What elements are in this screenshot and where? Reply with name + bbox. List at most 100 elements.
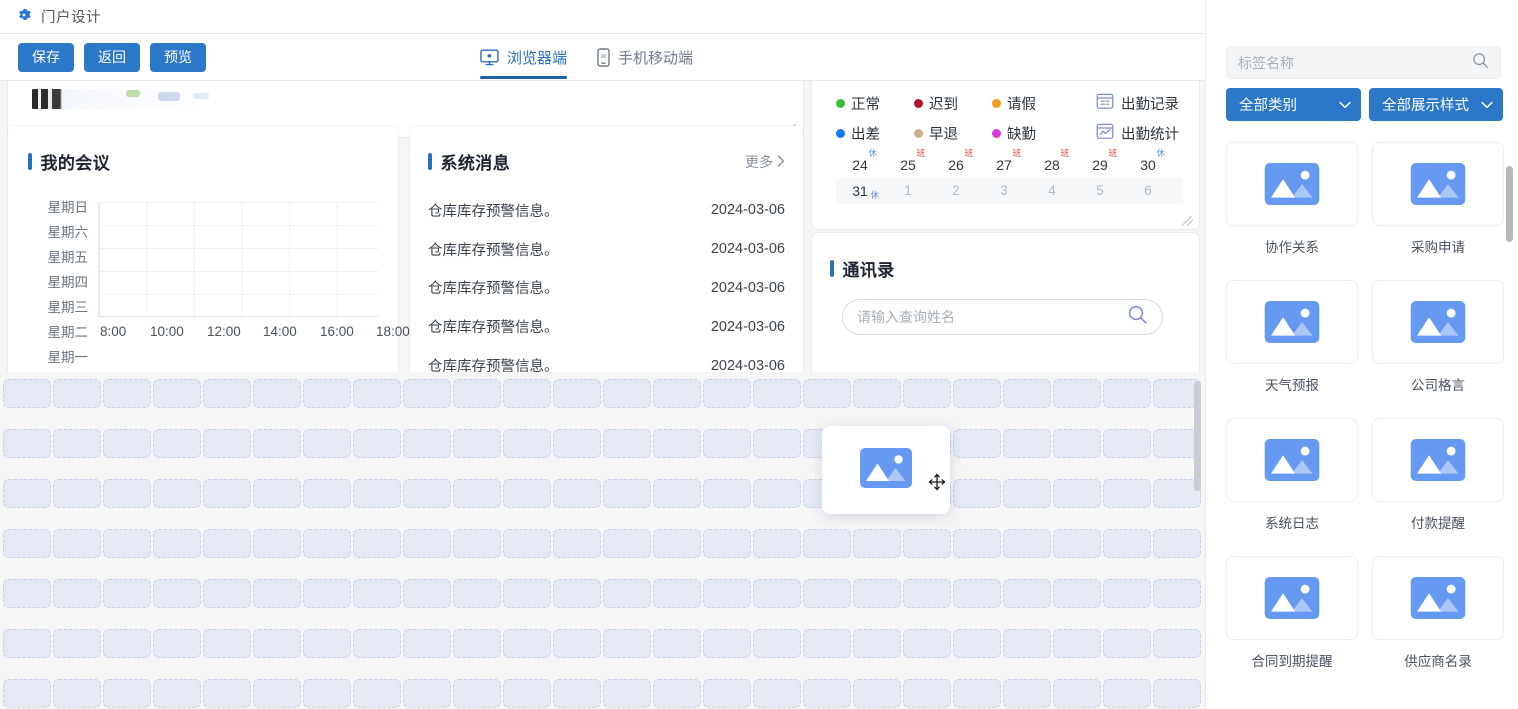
grid-placeholder-cell[interactable] bbox=[1003, 679, 1051, 708]
widget-tile[interactable] bbox=[1226, 556, 1358, 640]
design-canvas[interactable]: 我的会议 星期日 星期六 星期五 星期四 星期三 星期二 星期一 8:00 10… bbox=[0, 81, 1205, 709]
grid-placeholder-cell[interactable] bbox=[653, 479, 701, 508]
grid-placeholder-cell[interactable] bbox=[553, 429, 601, 458]
calendar-day[interactable]: 27 班 bbox=[980, 152, 1028, 178]
widget-search-box[interactable] bbox=[1226, 46, 1501, 79]
grid-placeholder-cell[interactable] bbox=[53, 529, 101, 558]
grid-placeholder-cell[interactable] bbox=[453, 379, 501, 408]
drag-preview-card[interactable] bbox=[822, 426, 950, 514]
widget-library-item[interactable]: 协作关系 bbox=[1226, 142, 1358, 256]
contacts-search-box[interactable] bbox=[842, 299, 1163, 335]
widget-tile[interactable] bbox=[1372, 280, 1504, 364]
grid-placeholder-cell[interactable] bbox=[353, 579, 401, 608]
grid-placeholder-cell[interactable] bbox=[253, 629, 301, 658]
grid-placeholder-cell[interactable] bbox=[903, 529, 951, 558]
widget-library-item[interactable]: 供应商名录 bbox=[1372, 556, 1504, 670]
grid-placeholder-cell[interactable] bbox=[153, 429, 201, 458]
grid-placeholder-cell[interactable] bbox=[3, 479, 51, 508]
grid-placeholder-cell[interactable] bbox=[1003, 379, 1051, 408]
search-icon[interactable] bbox=[1127, 304, 1148, 330]
grid-placeholder-cell[interactable] bbox=[353, 429, 401, 458]
grid-placeholder-cell[interactable] bbox=[103, 429, 151, 458]
grid-placeholder-cell[interactable] bbox=[653, 429, 701, 458]
calendar-day[interactable]: 26 班 bbox=[932, 152, 980, 178]
widget-tile[interactable] bbox=[1226, 280, 1358, 364]
grid-placeholder-cell[interactable] bbox=[453, 479, 501, 508]
grid-placeholder-cell[interactable] bbox=[303, 479, 351, 508]
grid-placeholder-cell[interactable] bbox=[303, 529, 351, 558]
calendar-day[interactable]: 30 休 bbox=[1124, 152, 1172, 178]
grid-placeholder-cell[interactable] bbox=[953, 529, 1001, 558]
attendance-record-link[interactable]: 出勤记录 bbox=[1096, 88, 1179, 118]
grid-placeholder-cell[interactable] bbox=[253, 579, 301, 608]
save-button[interactable]: 保存 bbox=[18, 43, 74, 72]
grid-placeholder-cell[interactable] bbox=[103, 679, 151, 708]
grid-placeholder-cell[interactable] bbox=[1103, 529, 1151, 558]
grid-placeholder-cell[interactable] bbox=[1053, 379, 1101, 408]
grid-placeholder-cell[interactable] bbox=[703, 529, 751, 558]
grid-placeholder-cell[interactable] bbox=[753, 479, 801, 508]
grid-placeholder-cell[interactable] bbox=[3, 629, 51, 658]
widget-search-input[interactable] bbox=[1238, 55, 1472, 71]
widget-panel-scrollbar[interactable] bbox=[1506, 166, 1513, 242]
grid-placeholder-cell[interactable] bbox=[503, 629, 551, 658]
grid-placeholder-cell[interactable] bbox=[103, 579, 151, 608]
grid-placeholder-cell[interactable] bbox=[403, 629, 451, 658]
widget-library-item[interactable]: 天气预报 bbox=[1226, 280, 1358, 394]
widget-library-item[interactable]: 采购申请 bbox=[1372, 142, 1504, 256]
grid-placeholder-cell[interactable] bbox=[1053, 429, 1101, 458]
grid-placeholder-cell[interactable] bbox=[303, 629, 351, 658]
grid-placeholder-cell[interactable] bbox=[3, 579, 51, 608]
grid-placeholder-cell[interactable] bbox=[103, 479, 151, 508]
grid-placeholder-cell[interactable] bbox=[203, 679, 251, 708]
widget-card-system-messages[interactable]: 系统消息 更多 仓库库存预警信息。 2024-03-06 仓库库存预警信息。 2… bbox=[410, 126, 803, 409]
grid-placeholder-cell[interactable] bbox=[203, 629, 251, 658]
widget-library-item[interactable]: 合同到期提醒 bbox=[1226, 556, 1358, 670]
grid-placeholder-cell[interactable] bbox=[803, 579, 851, 608]
grid-placeholder-cell[interactable] bbox=[853, 529, 901, 558]
grid-placeholder-cell[interactable] bbox=[553, 529, 601, 558]
grid-placeholder-cell[interactable] bbox=[853, 629, 901, 658]
grid-placeholder-cell[interactable] bbox=[3, 429, 51, 458]
grid-placeholder-cell[interactable] bbox=[953, 429, 1001, 458]
grid-placeholder-cell[interactable] bbox=[453, 529, 501, 558]
widget-tile[interactable] bbox=[1226, 418, 1358, 502]
grid-placeholder-cell[interactable] bbox=[1003, 629, 1051, 658]
calendar-day[interactable]: 6 bbox=[1124, 178, 1172, 204]
calendar-day[interactable]: 25 班 bbox=[884, 152, 932, 178]
preview-button[interactable]: 预览 bbox=[150, 43, 206, 72]
grid-placeholder-cell[interactable] bbox=[753, 679, 801, 708]
grid-placeholder-cell[interactable] bbox=[303, 579, 351, 608]
grid-placeholder-cell[interactable] bbox=[253, 429, 301, 458]
grid-placeholder-cell[interactable] bbox=[3, 529, 51, 558]
grid-placeholder-cell[interactable] bbox=[1053, 479, 1101, 508]
grid-placeholder-cell[interactable] bbox=[103, 629, 151, 658]
grid-placeholder-cell[interactable] bbox=[1103, 379, 1151, 408]
grid-placeholder-cell[interactable] bbox=[3, 379, 51, 408]
grid-placeholder-cell[interactable] bbox=[503, 429, 551, 458]
grid-placeholder-cell[interactable] bbox=[1103, 679, 1151, 708]
grid-placeholder-cell[interactable] bbox=[1103, 629, 1151, 658]
grid-placeholder-cell[interactable] bbox=[503, 529, 551, 558]
style-select[interactable]: 全部展示样式 bbox=[1369, 88, 1503, 121]
grid-placeholder-cell[interactable] bbox=[353, 479, 401, 508]
grid-placeholder-cell[interactable] bbox=[453, 429, 501, 458]
layout-grid[interactable] bbox=[0, 372, 1205, 709]
grid-placeholder-cell[interactable] bbox=[253, 529, 301, 558]
calendar-day[interactable]: 4 bbox=[1028, 178, 1076, 204]
grid-placeholder-cell[interactable] bbox=[603, 429, 651, 458]
grid-placeholder-cell[interactable] bbox=[953, 479, 1001, 508]
grid-placeholder-cell[interactable] bbox=[603, 479, 651, 508]
grid-placeholder-cell[interactable] bbox=[1153, 529, 1201, 558]
grid-placeholder-cell[interactable] bbox=[203, 379, 251, 408]
grid-placeholder-cell[interactable] bbox=[703, 679, 751, 708]
widget-tile[interactable] bbox=[1226, 142, 1358, 226]
grid-placeholder-cell[interactable] bbox=[403, 479, 451, 508]
calendar-day[interactable]: 24 休 bbox=[836, 152, 884, 178]
tab-mobile[interactable]: 手机移动端 bbox=[597, 34, 693, 81]
widget-library-item[interactable]: 系统日志 bbox=[1226, 418, 1358, 532]
calendar-day[interactable]: 29 班 bbox=[1076, 152, 1124, 178]
grid-placeholder-cell[interactable] bbox=[903, 379, 951, 408]
grid-placeholder-cell[interactable] bbox=[703, 429, 751, 458]
grid-placeholder-cell[interactable] bbox=[153, 679, 201, 708]
